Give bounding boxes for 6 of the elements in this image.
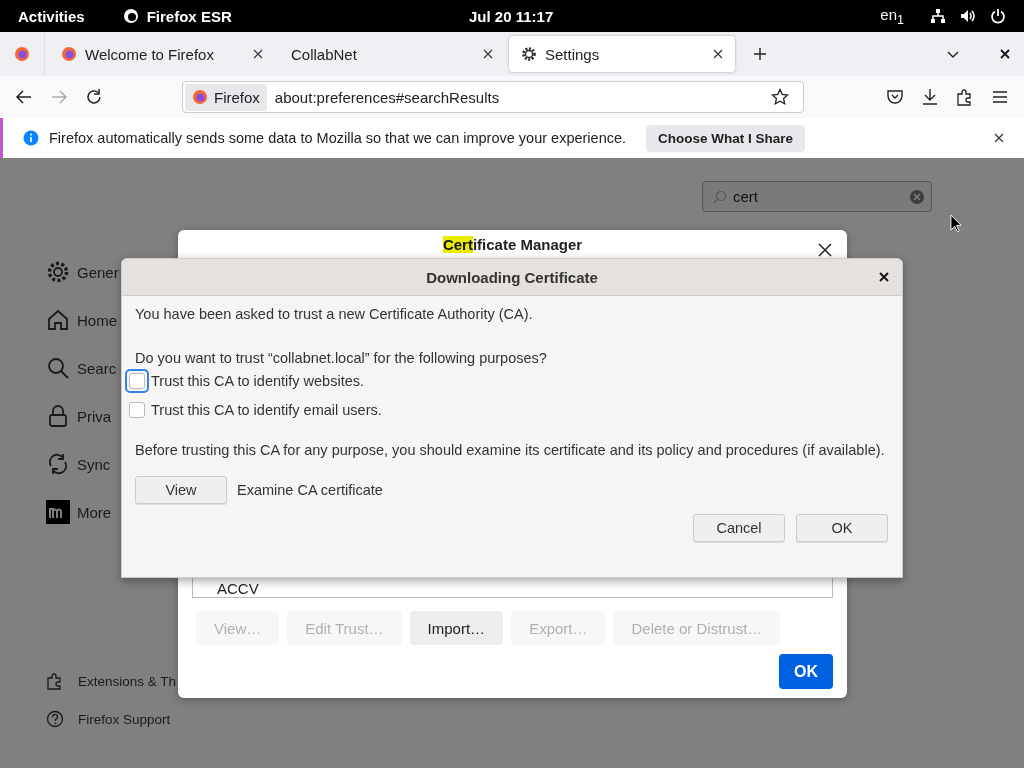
advice-text: Before trusting this CA for any purpose, you should examine its certificate and its policy and procedures (if available). [135,442,886,458]
notification-message: Firefox automatically sends some data to Mozilla so that we can improve your experience. [49,130,627,146]
view-label: Examine CA certificate [237,482,383,498]
question-text: Do you want to trust “collabnet.local” for the following purposes? [135,350,548,366]
dialog-title: Downloading Certificate [426,268,598,286]
intro-text: You have been asked to trust a new Certificate Authority (CA). [135,306,534,322]
